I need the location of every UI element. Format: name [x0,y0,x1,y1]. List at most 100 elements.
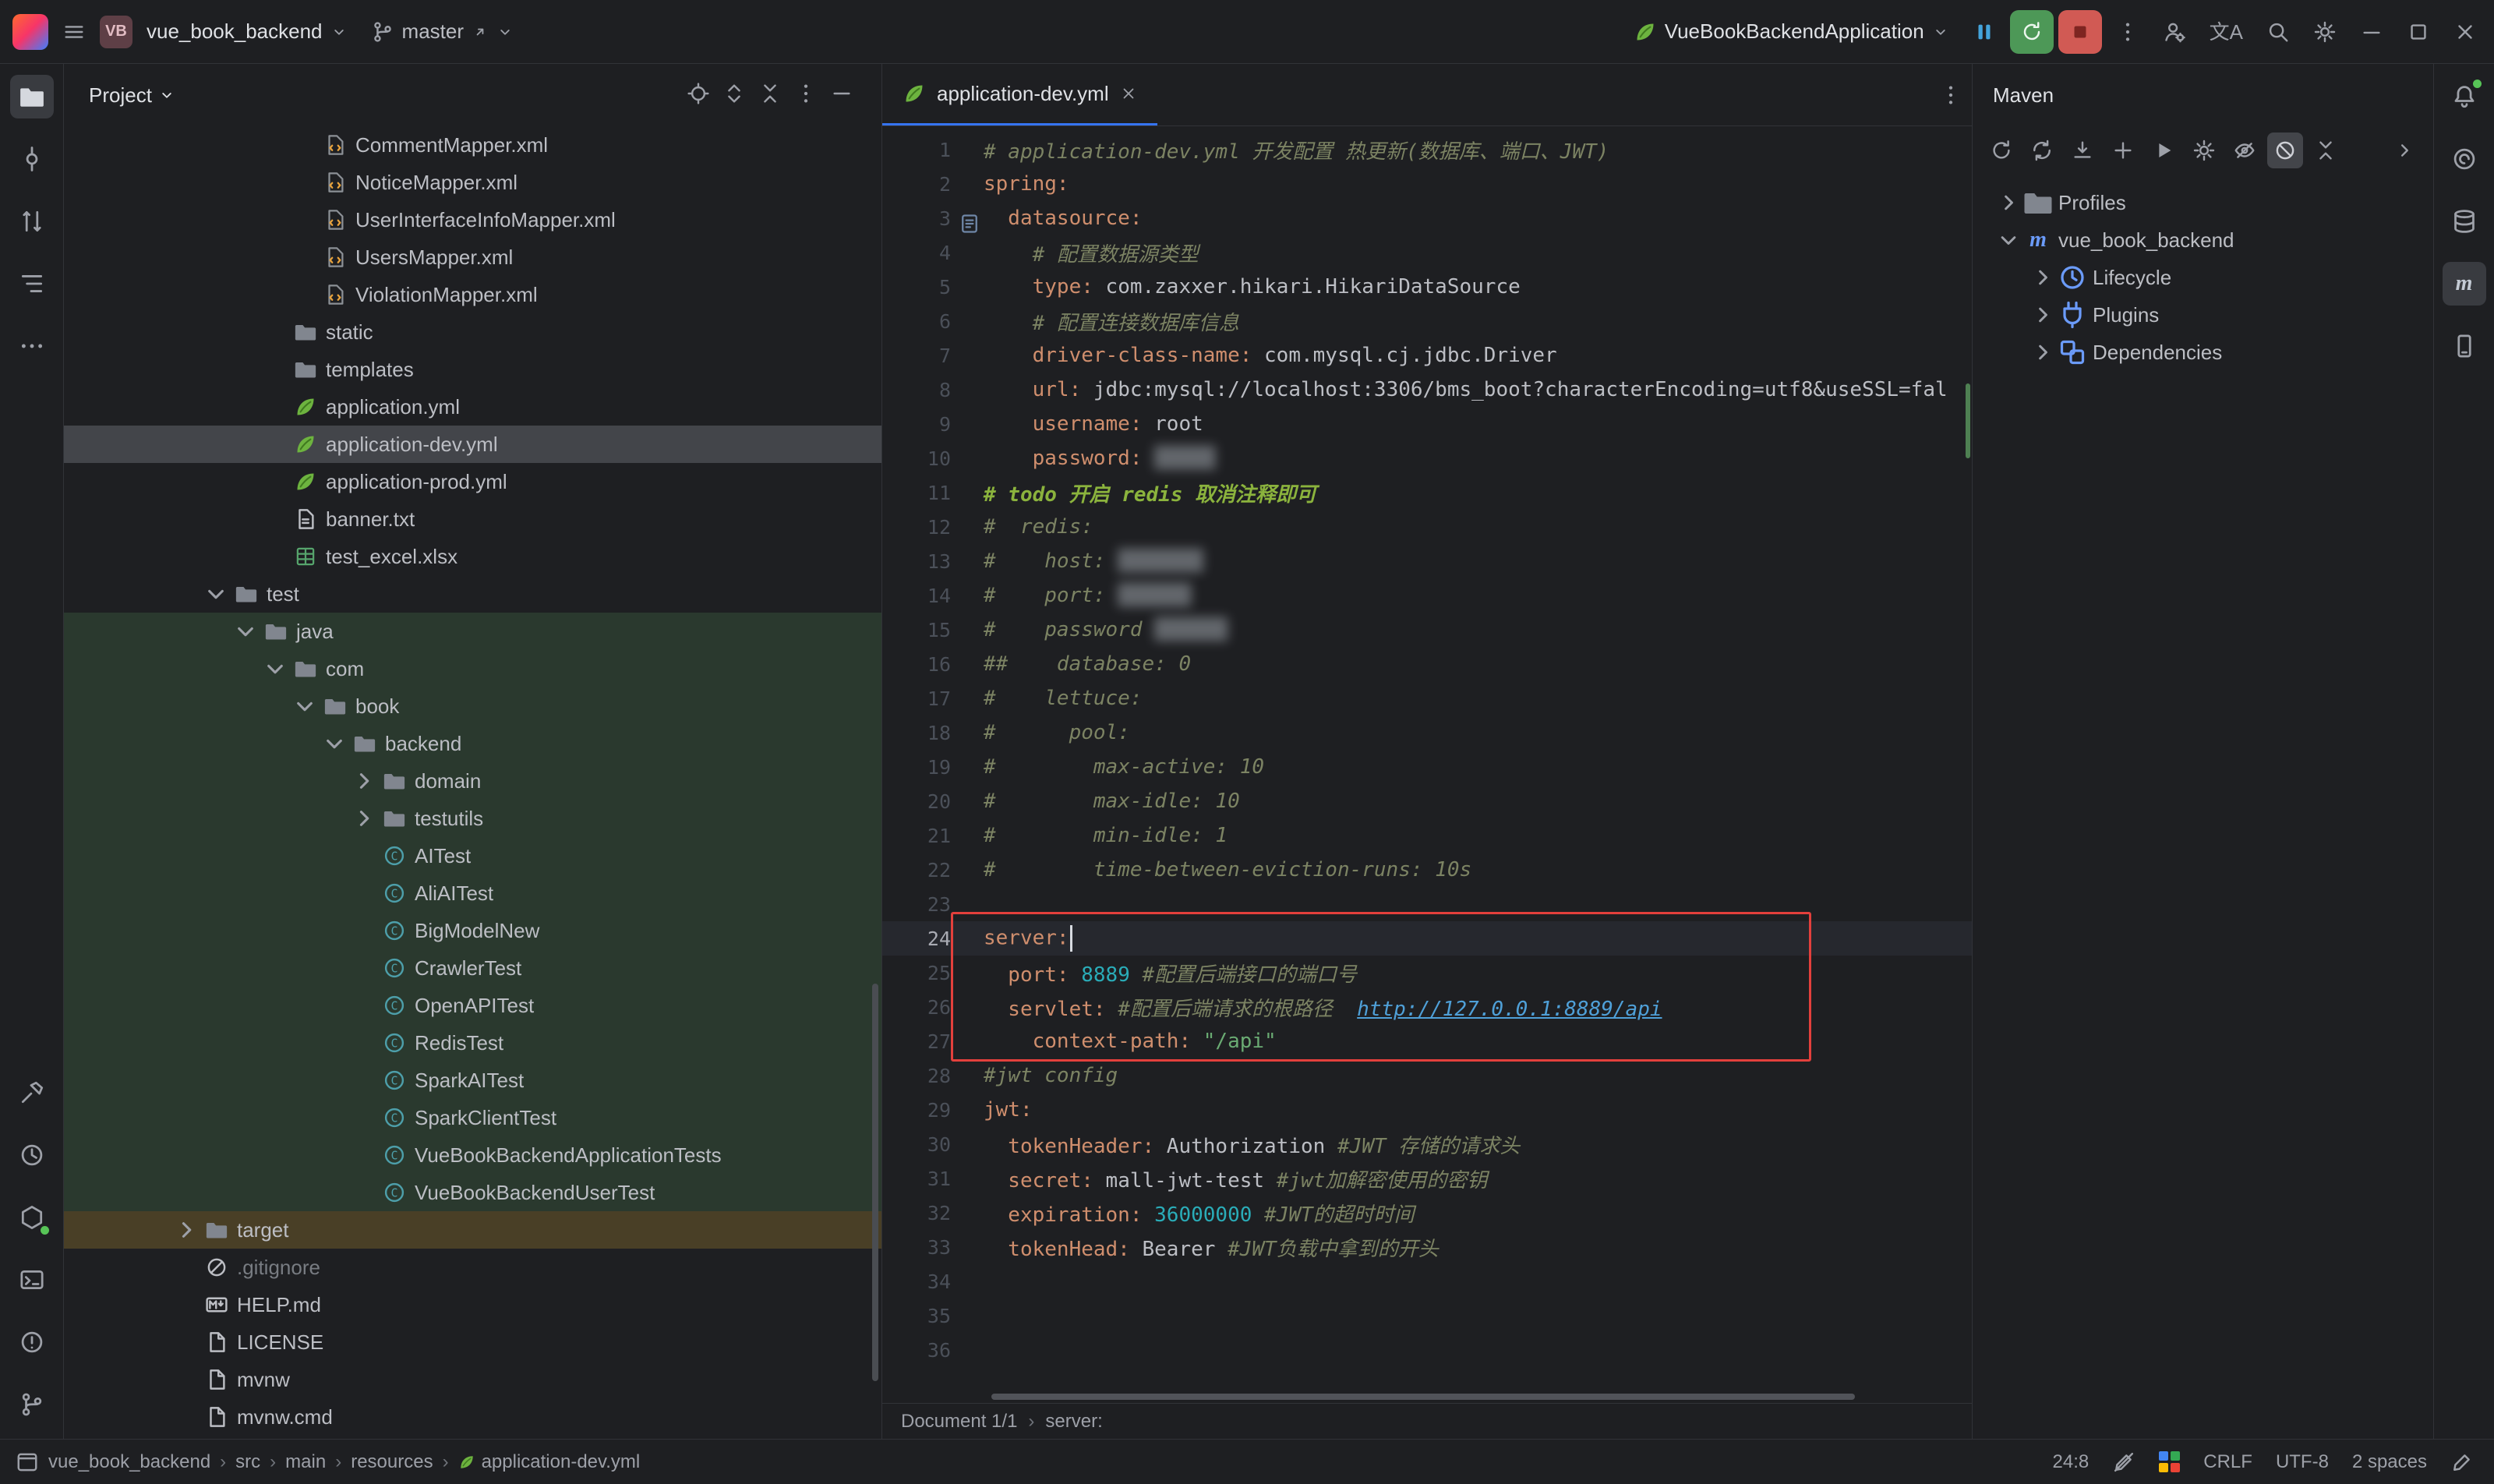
tree-item-userinterfaceinfomapper-xml[interactable]: UserInterfaceInfoMapper.xml [64,201,881,238]
chevron-down-icon[interactable] [290,691,320,721]
project-view-selector[interactable]: Project [89,83,175,108]
tree-item-openapitest[interactable]: COpenAPITest [64,987,881,1024]
tree-item-mvnw-cmd[interactable]: mvnw.cmd [64,1398,881,1436]
code-line-10[interactable]: 10 password: █████ [882,441,1972,475]
maven-item-plugins[interactable]: Plugins [1973,296,2433,334]
code-line-8[interactable]: 8 url: jdbc:mysql://localhost:3306/bms_b… [882,373,1972,407]
window-maximize-button[interactable] [2397,10,2439,54]
maven-item-profiles[interactable]: Profiles [1973,184,2433,221]
chevron-right-icon[interactable] [2029,301,2057,329]
status-breadcrumb-item[interactable]: main [285,1451,326,1473]
hide-button[interactable] [830,82,853,109]
code-line-13[interactable]: 13# host: ███████ [882,544,1972,578]
tab-close-icon[interactable] [1120,85,1137,102]
tool-structure-button[interactable] [10,262,54,306]
chevron-down-icon[interactable] [1994,226,2022,254]
chevron-down-icon[interactable] [231,617,260,646]
code-line-16[interactable]: 16## database: 0 [882,647,1972,681]
code-editor[interactable]: 1# application-dev.yml 开发配置 热更新(数据库、端口、J… [882,126,1972,1403]
tree-item-vuebookbackendapplicationtests[interactable]: CVueBookBackendApplicationTests [64,1136,881,1174]
code-line-12[interactable]: 12# redis: [882,510,1972,544]
tree-item-license[interactable]: LICENSE [64,1323,881,1361]
maven-item-lifecycle[interactable]: Lifecycle [1973,259,2433,296]
tree-item--gitignore[interactable]: .gitignore [64,1249,881,1286]
tree-item-help-md[interactable]: HELP.md [64,1286,881,1323]
tool-project-button[interactable] [10,75,54,118]
rerun-button[interactable] [2010,10,2054,54]
code-line-30[interactable]: 30 tokenHeader: Authorization #JWT 存储的请求… [882,1127,1972,1161]
tree-item-backend[interactable]: backend [64,725,881,762]
code-line-3[interactable]: 3 datasource: [882,201,1972,235]
code-line-18[interactable]: 18# pool: [882,716,1972,750]
editor-options-button[interactable] [1930,73,1972,117]
user-settings-button[interactable] [2153,10,2195,54]
tree-item-sparkclienttest[interactable]: CSparkClientTest [64,1099,881,1136]
project-switcher[interactable]: vue_book_backend [137,10,357,54]
tool-profiler-button[interactable] [10,1133,54,1177]
chevron-right-icon[interactable] [349,804,379,833]
project-scrollbar[interactable] [872,984,878,1381]
tool-device-manager-button[interactable] [2443,324,2486,368]
indent-setting[interactable]: 2 spaces [2352,1451,2427,1473]
code-line-11[interactable]: 11# todo 开启 redis 取消注释即可 [882,475,1972,510]
tree-item-com[interactable]: com [64,650,881,687]
maven-collapse-all-button[interactable] [2308,132,2344,168]
status-breadcrumb-item[interactable]: src [235,1451,260,1473]
maven-item-vue-book-backend[interactable]: mvue_book_backend [1973,221,2433,259]
tree-item-test-excel-xlsx[interactable]: test_excel.xlsx [64,538,881,575]
tool-build-button[interactable] [10,1071,54,1115]
code-line-34[interactable]: 34 [882,1264,1972,1298]
chevron-down-icon[interactable] [201,579,231,609]
code-line-33[interactable]: 33 tokenHead: Bearer #JWT负载中拿到的开头 [882,1230,1972,1264]
translate-plugin-icon[interactable] [2159,1451,2180,1472]
tree-item-redistest[interactable]: CRedisTest [64,1024,881,1062]
pause-button[interactable] [1963,10,2005,54]
code-line-25[interactable]: 25 port: 8889 #配置后端接口的端口号 [882,956,1972,990]
tree-item-banner-txt[interactable]: banner.txt [64,500,881,538]
code-line-17[interactable]: 17# lettuce: [882,681,1972,716]
maven-reload-button[interactable] [1984,132,2019,168]
chevron-down-icon[interactable] [320,729,349,758]
line-separator[interactable]: CRLF [2203,1451,2252,1473]
tree-item-templates[interactable]: templates [64,351,881,388]
tree-item-static[interactable]: static [64,313,881,351]
maven-add-button[interactable] [2105,132,2141,168]
code-line-7[interactable]: 7 driver-class-name: com.mysql.cj.jdbc.D… [882,338,1972,373]
tool-database-button[interactable] [2443,200,2486,243]
tool-notifications-button[interactable] [2443,75,2486,118]
tree-item-java[interactable]: java [64,613,881,650]
tree-item-bigmodelnew[interactable]: CBigModelNew [64,912,881,949]
chevron-right-icon[interactable] [349,766,379,796]
tool-ai-assistant-button[interactable] [2443,137,2486,181]
run-config-selector[interactable]: VueBookBackendApplication [1624,10,1959,54]
settings-button[interactable] [2304,10,2346,54]
tool-version-control-button[interactable] [10,1383,54,1426]
code-line-28[interactable]: 28#jwt config [882,1058,1972,1093]
code-line-19[interactable]: 19# max-active: 10 [882,750,1972,784]
maven-eye-off-button[interactable] [2227,132,2263,168]
status-breadcrumb-item[interactable]: resources [351,1451,433,1473]
chevron-down-icon[interactable] [260,654,290,684]
maven-run-goal-button[interactable] [2146,132,2181,168]
tool-problems-button[interactable] [10,1320,54,1364]
tool-maven-button[interactable]: m [2443,262,2486,306]
code-line-36[interactable]: 36 [882,1333,1972,1367]
tool-terminal-button[interactable] [10,1258,54,1302]
code-line-9[interactable]: 9 username: root [882,407,1972,441]
collapse-all-button[interactable] [758,82,782,109]
stop-button[interactable] [2058,10,2102,54]
tree-item-mvnw[interactable]: mvnw [64,1361,881,1398]
code-line-26[interactable]: 26 servlet: #配置后端请求的根路径 http://127.0.0.1… [882,990,1972,1024]
editor-breadcrumb-item[interactable]: server: [1045,1411,1102,1433]
code-line-29[interactable]: 29jwt: [882,1093,1972,1127]
tree-item-commentmapper-xml[interactable]: CommentMapper.xml [64,126,881,164]
more-vertical-button[interactable] [794,82,818,109]
translate-button[interactable]: 文A [2200,10,2252,54]
chevron-right-icon[interactable] [2029,263,2057,292]
code-line-24[interactable]: 24server: [882,921,1972,956]
chevron-right-icon[interactable] [171,1215,201,1245]
code-line-31[interactable]: 31 secret: mall-jwt-test #jwt加解密使用的密钥 [882,1161,1972,1196]
maven-generate-sources-button[interactable] [2024,132,2060,168]
tree-item-target[interactable]: target [64,1211,881,1249]
tree-item-application-prod-yml[interactable]: application-prod.yml [64,463,881,500]
